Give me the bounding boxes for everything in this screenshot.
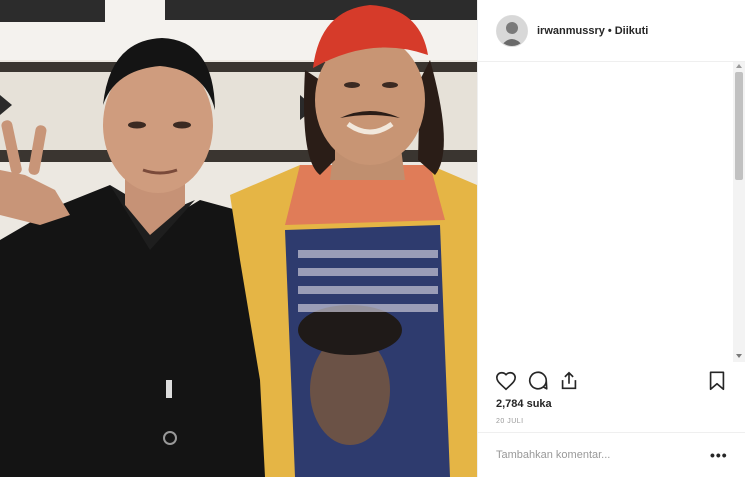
heart-icon[interactable] bbox=[495, 370, 517, 392]
likes-count[interactable]: 2,784 suka bbox=[496, 398, 552, 410]
separator-dot: • bbox=[607, 24, 612, 37]
add-comment-section: ••• bbox=[478, 432, 745, 477]
comments-area bbox=[478, 62, 732, 362]
photo-illustration bbox=[0, 0, 477, 477]
post-actions bbox=[478, 366, 745, 396]
avatar[interactable] bbox=[496, 14, 528, 47]
scroll-up-arrow-icon[interactable] bbox=[736, 64, 742, 68]
avatar-image bbox=[497, 15, 527, 46]
post-photo[interactable] bbox=[0, 0, 477, 477]
scroll-down-arrow-icon[interactable] bbox=[736, 354, 742, 358]
post-sidebar: irwanmussry • Diikuti 2,784 suka 20 JULI… bbox=[477, 0, 745, 477]
follow-button[interactable]: Diikuti bbox=[615, 25, 649, 37]
post-date: 20 JULI bbox=[496, 418, 524, 425]
more-options-icon[interactable]: ••• bbox=[710, 447, 728, 463]
comment-icon[interactable] bbox=[527, 370, 549, 392]
post-header: irwanmussry • Diikuti bbox=[478, 0, 745, 62]
username-link[interactable]: irwanmussry bbox=[537, 25, 605, 37]
share-icon[interactable] bbox=[558, 370, 580, 392]
comment-input[interactable] bbox=[496, 445, 696, 465]
bookmark-icon[interactable] bbox=[706, 370, 728, 392]
scroll-thumb[interactable] bbox=[735, 72, 743, 180]
comments-scrollbar[interactable] bbox=[733, 62, 745, 362]
